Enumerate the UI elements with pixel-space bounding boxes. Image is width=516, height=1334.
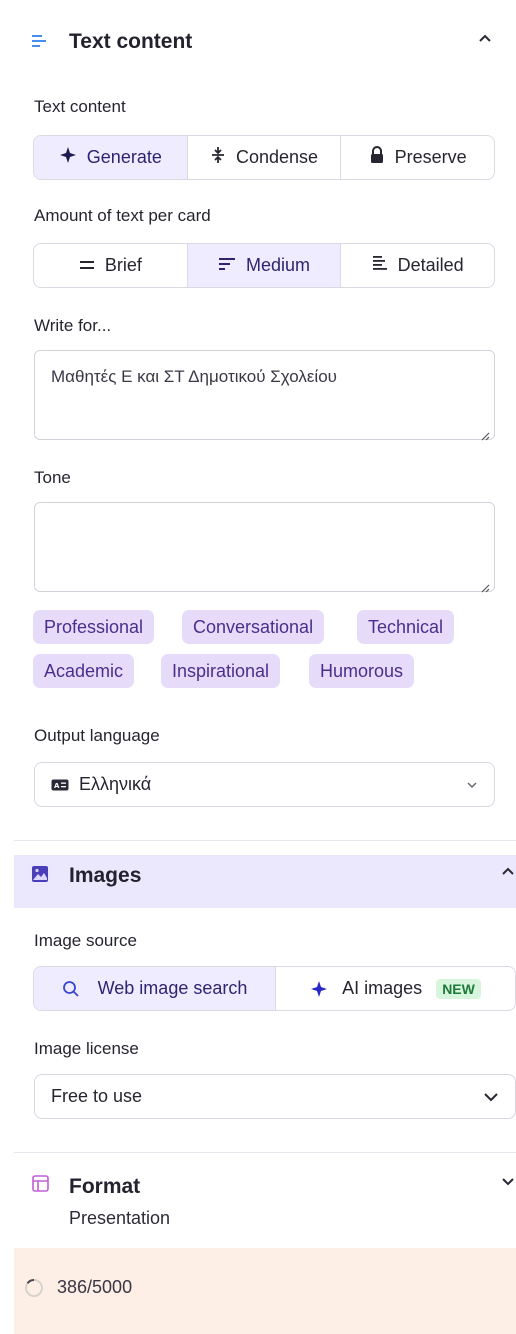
ai-images-label: AI images	[342, 978, 423, 998]
chevron-down-icon[interactable]	[501, 1174, 515, 1193]
image-source-label: Image source	[34, 931, 137, 950]
tone-textarea[interactable]	[34, 502, 495, 593]
brief-icon	[79, 255, 95, 276]
chevron-up-icon[interactable]	[501, 864, 515, 883]
resize-handle-icon[interactable]	[480, 426, 490, 441]
preserve-label: Preserve	[394, 147, 467, 167]
output-language-select[interactable]: A Ελληνικά	[34, 762, 495, 807]
language-icon: A	[51, 779, 69, 791]
condense-label: Condense	[235, 147, 319, 167]
images-section-title: Images	[69, 864, 142, 887]
output-language-label: Output language	[34, 726, 160, 745]
tone-chip-inspirational[interactable]: Inspirational	[161, 654, 281, 688]
search-icon	[62, 980, 80, 998]
tone-chip-academic[interactable]: Academic	[33, 654, 135, 688]
output-language-value: Ελληνικά	[79, 774, 152, 794]
medium-button[interactable]: Medium	[187, 244, 342, 287]
web-image-search-label: Web image search	[97, 978, 248, 998]
lock-icon	[369, 146, 385, 169]
character-counter: 386/5000	[57, 1277, 133, 1297]
chevron-up-icon[interactable]	[478, 31, 492, 50]
amount-label: Amount of text per card	[34, 206, 211, 225]
preserve-button[interactable]: Preserve	[341, 136, 494, 179]
tone-chip-professional[interactable]: Professional	[33, 610, 155, 644]
image-source-segmented-control: Web image search AI images NEW	[33, 966, 516, 1011]
detailed-icon	[372, 255, 388, 276]
image-icon	[30, 864, 50, 884]
detailed-button[interactable]: Detailed	[341, 244, 494, 287]
web-image-search-button[interactable]: Web image search	[34, 967, 276, 1010]
sparkle-icon	[310, 980, 328, 998]
svg-text:A: A	[54, 782, 60, 790]
chevron-down-icon	[483, 1092, 499, 1102]
condense-button[interactable]: Condense	[188, 136, 342, 179]
text-content-section-header[interactable]: Text content	[0, 20, 516, 66]
tone-chip-conversational[interactable]: Conversational	[182, 610, 325, 644]
brief-button[interactable]: Brief	[34, 244, 188, 287]
generate-label: Generate	[86, 147, 162, 167]
detailed-label: Detailed	[397, 255, 464, 275]
new-badge: NEW	[436, 978, 481, 999]
layout-icon	[31, 1174, 49, 1192]
format-section-title: Format	[69, 1175, 141, 1198]
format-section-header[interactable]: Format Presentation	[0, 1165, 516, 1235]
images-section-header[interactable]: Images	[14, 855, 516, 908]
chevron-down-icon	[466, 781, 478, 789]
brief-label: Brief	[104, 255, 142, 275]
image-license-value: Free to use	[51, 1086, 143, 1106]
footer-bar: 386/5000	[14, 1248, 516, 1334]
medium-label: Medium	[245, 255, 311, 275]
format-value: Presentation	[69, 1208, 171, 1228]
image-license-label: Image license	[34, 1039, 139, 1058]
sparkle-icon	[59, 146, 77, 169]
section-divider	[14, 1152, 516, 1153]
text-content-label: Text content	[34, 97, 126, 116]
tone-chip-technical[interactable]: Technical	[357, 610, 455, 644]
write-for-textarea[interactable]: Μαθητές Ε και ΣΤ Δημοτικού Σχολείου	[34, 350, 495, 441]
tone-label: Tone	[34, 468, 71, 487]
medium-icon	[218, 255, 236, 276]
generate-button[interactable]: Generate	[34, 136, 188, 179]
text-lines-icon	[30, 32, 48, 50]
condense-icon	[210, 146, 226, 169]
section-divider	[14, 840, 516, 841]
write-for-value: Μαθητές Ε και ΣΤ Δημοτικού Σχολείου	[51, 367, 337, 386]
text-mode-segmented-control: Generate Condense Preserve	[33, 135, 495, 180]
resize-handle-icon[interactable]	[480, 578, 490, 593]
write-for-label: Write for...	[34, 316, 112, 335]
tone-chip-humorous[interactable]: Humorous	[309, 654, 415, 688]
amount-segmented-control: Brief Medium Detailed	[33, 243, 495, 288]
image-license-select[interactable]: Free to use	[34, 1074, 516, 1119]
progress-ring-icon	[24, 1278, 44, 1298]
text-content-section-title: Text content	[69, 30, 193, 53]
ai-images-button[interactable]: AI images NEW	[276, 967, 515, 1010]
